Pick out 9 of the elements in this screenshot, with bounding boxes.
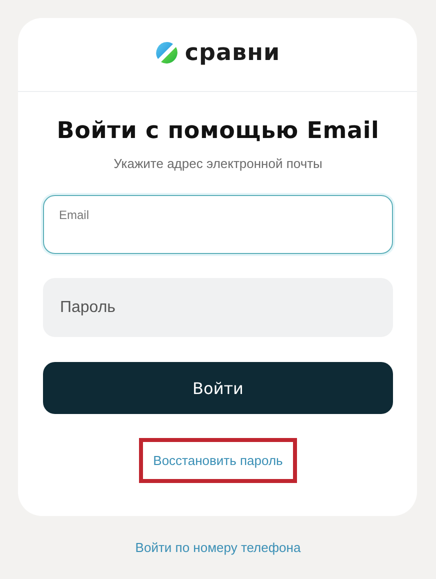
logo-text: сравни xyxy=(184,40,280,66)
highlighted-recover-link[interactable]: Восстановить пароль xyxy=(139,438,297,483)
phone-login-link[interactable]: Войти по номеру телефона xyxy=(135,540,301,555)
field-label: Email xyxy=(59,208,90,222)
heading: Войти с помощью Email xyxy=(56,118,380,144)
subtitle: Укажите адрес электронной почты xyxy=(112,156,324,171)
logo-icon xyxy=(154,40,179,64)
input-field[interactable] xyxy=(43,195,393,254)
login-button[interactable]: Войти xyxy=(43,362,393,414)
